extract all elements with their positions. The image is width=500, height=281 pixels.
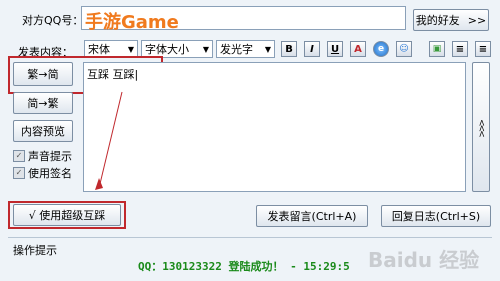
post-message-label: 发表留言(Ctrl+A) <box>267 210 357 223</box>
post-message-button[interactable]: 发表留言(Ctrl+A) <box>256 205 368 227</box>
use-super-label: √ 使用超级互踩 <box>28 209 106 222</box>
baidu-watermark: Baidu 经验 <box>368 248 480 272</box>
reply-log-button[interactable]: 回复日志(Ctrl+S) <box>381 205 491 227</box>
ops-label: 操作提示 <box>13 244 57 257</box>
divider <box>8 237 492 238</box>
reply-log-label: 回复日志(Ctrl+S) <box>391 210 481 223</box>
status-message: QQ：130123322 登陆成功！ - 15:29:5 <box>138 260 350 273</box>
use-super-button[interactable]: √ 使用超级互踩 <box>13 204 121 226</box>
annotation-arrow <box>95 91 123 190</box>
